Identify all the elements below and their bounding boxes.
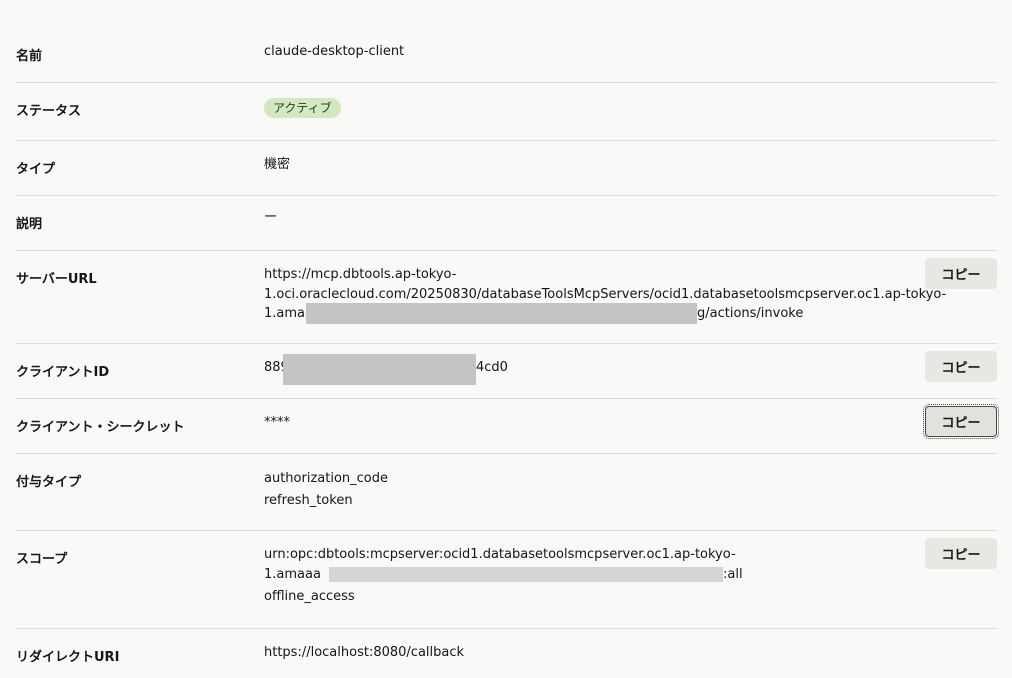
client-id-label: クライアントID	[16, 365, 110, 380]
grant-types-label: 付与タイプ	[16, 475, 82, 490]
detail-row-grant-types: 付与タイプ authorization_code refresh_token	[16, 454, 997, 531]
client-secret-label: クライアント・シークレット	[16, 420, 185, 435]
copy-server-url-button[interactable]: コピー	[925, 258, 997, 289]
status-value: アクティブ	[264, 98, 341, 119]
grant-types-value: authorization_code refresh_token	[264, 468, 388, 512]
name-label: 名前	[16, 49, 43, 64]
description-label: 説明	[16, 217, 43, 232]
status-badge: アクティブ	[264, 98, 341, 118]
server-url-line-3-end: g/actions/invoke	[697, 306, 804, 321]
status-label: ステータス	[16, 104, 82, 119]
detail-row-type: タイプ 機密	[16, 141, 997, 196]
type-value: 機密	[264, 157, 291, 172]
detail-row-redirect-uri: リダイレクトURI https://localhost:8080/callbac…	[16, 629, 997, 678]
grant-type-item: authorization_code	[264, 471, 388, 486]
copy-client-id-button[interactable]: コピー	[925, 351, 997, 382]
copy-client-secret-button[interactable]: コピー	[923, 404, 999, 439]
redirect-uri-value: https://localhost:8080/callback	[264, 645, 465, 660]
client-id-suffix: 4cd0	[476, 360, 508, 375]
detail-row-client-id: クライアントID 889 4cd0 コピー	[16, 344, 997, 399]
server-url-label: サーバーURL	[16, 272, 97, 287]
scope-line-1: urn:opc:dbtools:mcpserver:ocid1.database…	[264, 547, 736, 562]
detail-row-server-url: サーバーURL https://mcp.dbtools.ap-tokyo- 1.…	[16, 251, 997, 344]
server-url-line-2: 1.oci.oraclecloud.com/20250830/databaseT…	[264, 286, 947, 302]
scope-label: スコープ	[16, 552, 68, 567]
copy-scope-button[interactable]: コピー	[925, 538, 997, 569]
scope-line-2-end: :all	[723, 567, 743, 582]
redacted-block	[329, 567, 723, 582]
redacted-block	[283, 354, 476, 385]
grant-type-item: refresh_token	[264, 493, 353, 508]
redirect-uri-label: リダイレクトURI	[16, 650, 120, 665]
description-value: ー	[264, 210, 278, 225]
detail-row-name: 名前 claude-desktop-client	[16, 26, 997, 83]
type-label: タイプ	[16, 162, 56, 177]
name-value: claude-desktop-client	[264, 44, 405, 59]
detail-row-scope: スコープ urn:opc:dbtools:mcpserver:ocid1.dat…	[16, 531, 997, 629]
detail-row-client-secret: クライアント・シークレット **** コピー	[16, 399, 999, 454]
client-secret-value: ****	[264, 415, 290, 430]
server-url-line-1: https://mcp.dbtools.ap-tokyo-	[264, 267, 457, 282]
scope-line-3: offline_access	[264, 589, 355, 604]
redacted-block	[306, 303, 697, 324]
detail-row-status: ステータス アクティブ	[16, 83, 997, 141]
detail-row-description: 説明 ー	[16, 196, 997, 251]
